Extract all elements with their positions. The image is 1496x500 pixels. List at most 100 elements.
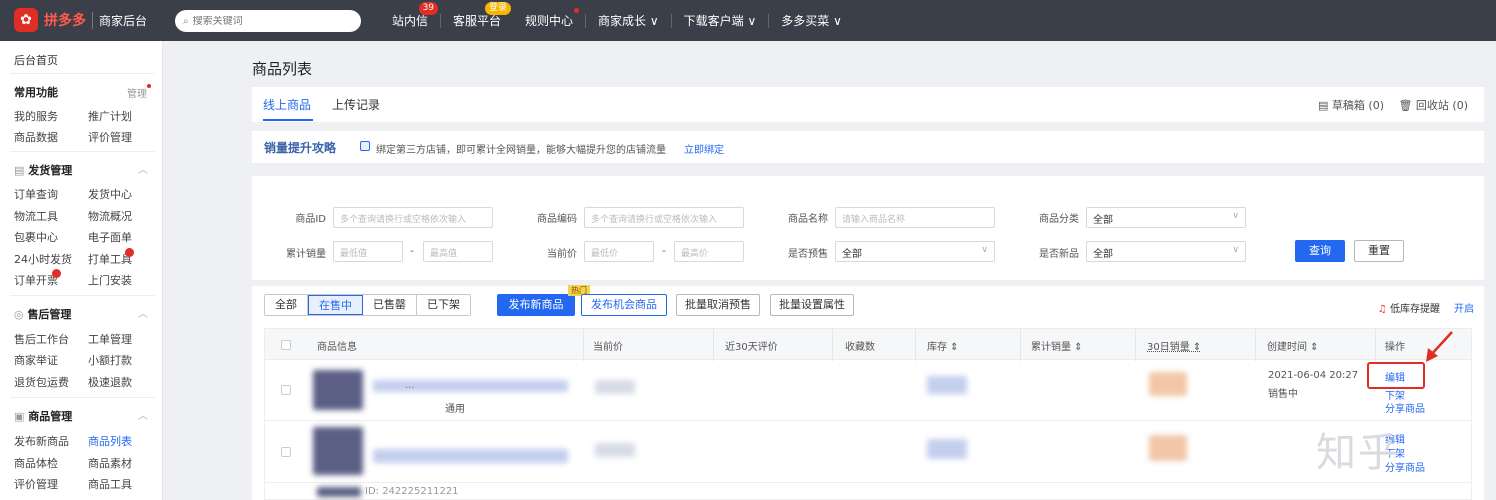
nav-customer-service[interactable]: 客服平台 登录 — [441, 2, 513, 29]
sidebar-item-goods-list[interactable]: 商品列表 — [88, 433, 132, 449]
brand-logo[interactable]: ✿ 拼多多 商家后台 — [14, 8, 147, 32]
filter-all[interactable]: 全部 — [265, 295, 308, 315]
col-stock[interactable]: 库存 ⇕ — [927, 338, 959, 353]
price-min-input[interactable]: 最低价 — [584, 241, 654, 262]
sales-max-input[interactable]: 最高值 — [423, 241, 493, 262]
nav-duoduo-maicai[interactable]: 多多买菜 ∨ — [769, 12, 854, 29]
watermark: 知乎 — [1316, 430, 1400, 476]
reset-button[interactable]: 重置 — [1354, 240, 1404, 262]
filter-on-sale[interactable]: 在售中 — [308, 295, 363, 315]
drafts-link[interactable]: ▤ 草稿箱 (0) — [1318, 97, 1384, 113]
filter-panel: 商品ID 多个查询请换行或空格依次输入 商品编码 多个查询请换行或空格依次输入 … — [252, 176, 1484, 280]
sidebar-item-fast-refund[interactable]: 极速退款 — [88, 374, 132, 390]
sidebar-item-goods-material[interactable]: 商品素材 — [88, 455, 132, 471]
sales-label: 累计销量 — [286, 249, 326, 260]
col-total-sales[interactable]: 累计销量 ⇕ — [1031, 338, 1083, 353]
sidebar-item-goods-tools[interactable]: 商品工具 — [88, 476, 132, 492]
page-title: 商品列表 — [252, 60, 313, 78]
nav-download-client[interactable]: 下载客户端 ∨ — [672, 12, 769, 29]
sidebar-item-merchant-evidence[interactable]: 商家举证 — [14, 352, 58, 368]
sidebar-item-order-query[interactable]: 订单查询 — [14, 186, 58, 202]
category-select[interactable]: 全部 ∨ — [1086, 207, 1246, 228]
publish-new-goods-button[interactable]: 发布新商品 — [497, 294, 575, 316]
search-box[interactable]: ⌕ — [175, 10, 361, 32]
col-30d-sales[interactable]: 30日销量 ⇕ — [1147, 338, 1201, 353]
sidebar-item-review-manage-2[interactable]: 评价管理 — [14, 476, 58, 492]
sidebar-item-24h-shipping[interactable]: 24小时发货 — [14, 251, 72, 267]
search-input[interactable] — [192, 15, 343, 27]
trash-icon: 🗑 — [1398, 99, 1416, 112]
goods-label: 商品管理 — [28, 410, 73, 423]
goods-name-input[interactable]: 请输入商品名称 — [835, 207, 995, 228]
goods-thumbnail[interactable] — [313, 427, 363, 475]
sales-30d-blurred — [1149, 435, 1187, 461]
nav-messages[interactable]: 站内信 39 — [380, 2, 440, 29]
sidebar-item-promotion-plan[interactable]: 推广计划 — [88, 108, 132, 124]
sidebar-item-publish-goods[interactable]: 发布新商品 — [14, 433, 69, 449]
sidebar-item-review-manage[interactable]: 评价管理 — [88, 129, 132, 145]
sidebar-item-aftersale-workbench[interactable]: 售后工作台 — [14, 331, 69, 347]
publish-opportunity-button[interactable]: 发布机会商品 — [581, 294, 667, 316]
notification-dot — [574, 8, 580, 13]
column-divider — [1020, 329, 1021, 361]
sidebar-manage-link[interactable]: 管理 — [127, 84, 151, 100]
sidebar-item-my-services[interactable]: 我的服务 — [14, 108, 58, 124]
column-divider — [713, 329, 714, 361]
sidebar-item-return-shipping[interactable]: 退货包运费 — [14, 374, 69, 390]
sidebar-item-shipping-center[interactable]: 发货中心 — [88, 186, 132, 202]
bind-now-link[interactable]: 立即绑定 — [684, 141, 724, 156]
chevron-up-icon[interactable]: ︿ — [138, 305, 148, 320]
presale-select[interactable]: 全部 ∨ — [835, 241, 995, 262]
sidebar-item-logistics-tools[interactable]: 物流工具 — [14, 208, 58, 224]
chevron-up-icon[interactable]: ︿ — [138, 407, 148, 422]
nav-rules-center[interactable]: 规则中心 — [513, 8, 585, 29]
sidebar-item-goods-checkup[interactable]: 商品体检 — [14, 455, 58, 471]
price-max-input[interactable]: 最高价 — [674, 241, 744, 262]
row-checkbox[interactable] — [281, 447, 291, 457]
is-new-value: 全部 — [1093, 249, 1113, 260]
goods-icon: ▣ — [14, 410, 29, 423]
sidebar-aftersale-title[interactable]: ◎ 售后管理 — [14, 306, 71, 322]
select-all-checkbox[interactable] — [281, 340, 291, 350]
goods-thumbnail[interactable] — [313, 370, 363, 410]
goods-code-input[interactable]: 多个查询请换行或空格依次输入 — [584, 207, 744, 228]
tab-online-goods[interactable]: 线上商品 — [263, 96, 311, 113]
nav-merchant-growth[interactable]: 商家成长 ∨ — [586, 12, 671, 29]
highlight-box — [1367, 362, 1425, 389]
enable-reminder-link[interactable]: 开启 — [1454, 300, 1474, 315]
created-time: 2021-06-04 20:27 — [1268, 370, 1359, 381]
column-divider — [1255, 329, 1256, 361]
chevron-down-icon: ∨ — [1232, 211, 1239, 221]
row-checkbox[interactable] — [281, 385, 291, 395]
column-divider — [1135, 329, 1136, 361]
sales-min-input[interactable]: 最低值 — [333, 241, 403, 262]
filter-sold-out[interactable]: 已售罄 — [363, 295, 417, 315]
goods-thumbnail[interactable] — [317, 487, 361, 497]
is-new-select[interactable]: 全部 ∨ — [1086, 241, 1246, 262]
col-created-time[interactable]: 创建时间 ⇕ — [1267, 338, 1319, 353]
query-button[interactable]: 查询 — [1295, 240, 1345, 262]
recycle-bin-link[interactable]: 🗑 回收站 (0) — [1398, 97, 1468, 113]
goods-id-input[interactable]: 多个查询请换行或空格依次输入 — [333, 207, 493, 228]
sidebar-item-logistics-overview[interactable]: 物流概况 — [88, 208, 132, 224]
sidebar-item-small-payment[interactable]: 小额打款 — [88, 352, 132, 368]
active-tab-indicator — [263, 119, 313, 121]
tab-upload-records[interactable]: 上传记录 — [332, 96, 380, 113]
sidebar-item-ticket-manage[interactable]: 工单管理 — [88, 331, 132, 347]
sidebar-item-e-waybill[interactable]: 电子面单 — [88, 229, 132, 245]
batch-cancel-presale-button[interactable]: 批量取消预售 — [676, 294, 760, 316]
sidebar-home[interactable]: 后台首页 — [14, 52, 58, 68]
sidebar-goods-title[interactable]: ▣ 商品管理 — [14, 408, 72, 424]
column-divider — [832, 329, 833, 361]
share-goods-link[interactable]: 分享商品 — [1385, 400, 1425, 415]
tabs-bar: 线上商品 上传记录 ▤ 草稿箱 (0) 🗑 回收站 (0) — [252, 87, 1484, 122]
filter-off-shelf[interactable]: 已下架 — [417, 295, 470, 315]
table-row: 编辑 下架 分享商品 — [264, 421, 1472, 483]
sidebar-item-goods-data[interactable]: 商品数据 — [14, 129, 58, 145]
table-row: ID: 242225211221 — [264, 483, 1472, 500]
sidebar-item-installation[interactable]: 上门安装 — [88, 272, 132, 288]
sidebar-item-package-center[interactable]: 包裹中心 — [14, 229, 58, 245]
batch-set-attributes-button[interactable]: 批量设置属性 — [770, 294, 854, 316]
chevron-up-icon[interactable]: ︿ — [138, 161, 148, 176]
sidebar-shipping-title[interactable]: ▤ 发货管理 — [14, 162, 72, 178]
